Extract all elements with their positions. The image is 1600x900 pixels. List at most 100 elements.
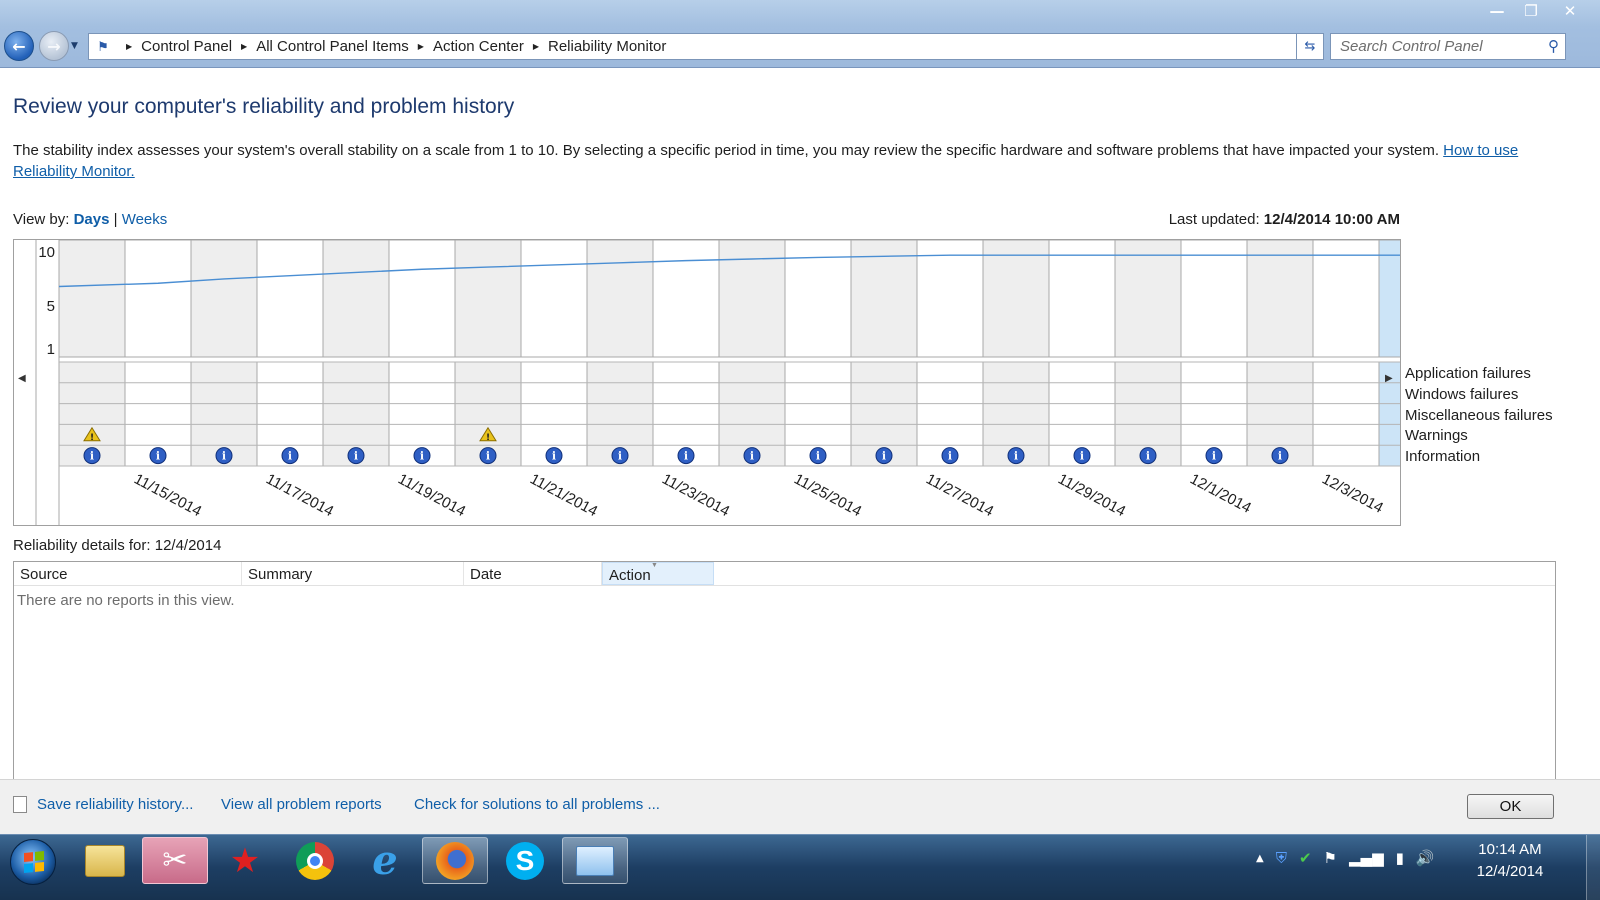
restore-button[interactable]: ❐ [1514, 0, 1548, 22]
recent-pages-dropdown[interactable]: ▼ [71, 41, 78, 51]
taskbar-internet-explorer[interactable]: e [352, 837, 418, 884]
back-button[interactable]: ← [4, 31, 34, 61]
date-tick-label: 11/21/2014 [527, 471, 600, 521]
chart-column [1312, 240, 1380, 358]
breadcrumb-action-center[interactable]: ▶ Action Center [415, 38, 524, 55]
check-solutions-link[interactable]: Check for solutions to all problems ... [414, 796, 660, 813]
column-summary[interactable]: Summary [242, 562, 464, 585]
breadcrumb-arrow-icon[interactable]: ▶ [418, 42, 424, 51]
breadcrumb-label[interactable]: Reliability Monitor [548, 38, 666, 55]
skype-icon: S [506, 841, 544, 880]
taskbar-file-explorer[interactable] [72, 837, 138, 884]
chart-column [586, 240, 654, 358]
refresh-icon: ⇆ [1304, 39, 1316, 54]
information-icon-mark: i [420, 450, 424, 463]
refresh-button[interactable]: ⇆ [1296, 33, 1324, 60]
breadcrumb-arrow-icon[interactable]: ▶ [126, 42, 132, 51]
action-center-flag-icon[interactable]: ⚑ [1324, 849, 1337, 867]
address-bar[interactable]: ⚑ ▶ Control Panel ▶ All Control Panel It… [88, 33, 1320, 60]
window-controls: — ❐ ✕ [1480, 0, 1592, 22]
warning-icon-mark: ! [90, 433, 94, 443]
close-button[interactable]: ✕ [1548, 0, 1592, 22]
search-icon[interactable]: ⚲ [1548, 37, 1559, 55]
network-signal-icon[interactable]: ▂▄▆ [1349, 849, 1384, 867]
details-table: Source Summary Date ▼ Action There are n… [13, 561, 1556, 779]
breadcrumb-label[interactable]: Control Panel [141, 38, 232, 55]
ok-button[interactable]: OK [1467, 794, 1554, 819]
breadcrumb-label[interactable]: All Control Panel Items [256, 38, 409, 55]
chart-column [388, 240, 456, 358]
breadcrumb-reliability-monitor[interactable]: ▶ Reliability Monitor [530, 38, 667, 55]
empty-message: There are no reports in this view. [17, 592, 235, 609]
warning-icon-mark: ! [486, 433, 490, 443]
date-tick-label: 11/25/2014 [791, 471, 864, 521]
taskbar-clock[interactable]: 10:14 AM 12/4/2014 [1470, 839, 1550, 883]
volume-icon[interactable]: 🔊 [1416, 849, 1435, 867]
taskbar-firefox[interactable] [422, 837, 488, 884]
taskbar-snipping-tool[interactable]: ✂ [142, 837, 208, 884]
scroll-left-arrow-icon[interactable]: ◀ [18, 373, 26, 384]
sync-check-icon[interactable]: ✔ [1299, 849, 1312, 867]
breadcrumb-control-panel[interactable]: ▶ Control Panel [123, 38, 232, 55]
show-hidden-icons-icon[interactable]: ▲ [1256, 853, 1264, 864]
information-icon-mark: i [1080, 450, 1084, 463]
control-panel-icon: ⚑ [97, 38, 109, 54]
information-icon-mark: i [684, 450, 688, 463]
breadcrumb-arrow-icon[interactable]: ▶ [533, 42, 539, 51]
date-tick-label: 12/3/2014 [1319, 471, 1386, 517]
show-desktop-button[interactable] [1586, 835, 1600, 900]
search-input[interactable]: Search Control Panel ⚲ [1330, 33, 1566, 60]
folder-icon [85, 844, 125, 877]
information-icon-mark: i [1146, 450, 1150, 463]
view-days-link[interactable]: Days [74, 211, 110, 228]
save-history-link[interactable]: Save reliability history... [13, 796, 193, 813]
minimize-button[interactable]: — [1480, 0, 1514, 22]
details-title: Reliability details for: 12/4/2014 [13, 537, 222, 554]
taskbar-control-panel[interactable] [562, 837, 628, 884]
firefox-icon [436, 841, 474, 880]
breadcrumb-all-items[interactable]: ▶ All Control Panel Items [238, 38, 409, 55]
column-date[interactable]: Date [464, 562, 602, 585]
column-action[interactable]: ▼ Action [602, 562, 714, 585]
taskbar: ✂ ★ e S ▲ ⛨ ✔ ⚑ ▂▄▆ ▮ 🔊 10:14 AM 12/4/20… [0, 834, 1600, 900]
y-tick-label: 1 [47, 341, 55, 358]
windows-logo-icon [24, 850, 44, 874]
save-history-label[interactable]: Save reliability history... [37, 796, 193, 813]
battery-icon[interactable]: ▮ [1396, 849, 1404, 867]
shield-icon[interactable]: ⛨ [1276, 849, 1287, 867]
scroll-right-arrow-icon[interactable]: ▶ [1385, 373, 1393, 384]
information-icon-mark: i [90, 450, 94, 463]
taskbar-pokerstars[interactable]: ★ [212, 837, 278, 884]
start-button[interactable] [10, 839, 56, 885]
sort-indicator-icon: ▼ [651, 562, 658, 569]
window-title-bar: — ❐ ✕ ← → ▼ ⚑ ▶ Control Panel ▶ All Cont… [0, 0, 1600, 68]
chart-column [1114, 240, 1182, 358]
legend-warnings: Warnings [1405, 427, 1468, 445]
column-source[interactable]: Source [14, 562, 242, 585]
breadcrumb-label[interactable]: Action Center [433, 38, 524, 55]
view-weeks-link[interactable]: Weeks [122, 211, 168, 228]
information-icon-mark: i [750, 450, 754, 463]
chart-column [256, 240, 324, 358]
reliability-chart-svg[interactable]: 10 5 1! ! i i i i i i i i i i i i i i i i i i i 11/15/2014 11/17… [14, 240, 1400, 525]
forward-button[interactable]: → [39, 31, 69, 61]
page-title: Review your computer's reliability and p… [13, 95, 515, 118]
chevron-down-icon: ▼ [71, 41, 78, 51]
date-tick-label: 11/27/2014 [923, 471, 996, 521]
reliability-chart[interactable]: 10 5 1!! i i i i i i i i i i i i i i i i i i i 11/15/2014 11/17… [13, 239, 1401, 526]
breadcrumb-arrow-icon[interactable]: ▶ [241, 42, 247, 51]
last-updated-value: 12/4/2014 10:00 AM [1263, 211, 1400, 228]
taskbar-skype[interactable]: S [492, 837, 558, 884]
taskbar-chrome[interactable] [282, 837, 348, 884]
search-placeholder: Search Control Panel [1340, 38, 1483, 55]
information-icon-mark: i [354, 450, 358, 463]
chart-column [1246, 240, 1314, 358]
chart-column [1048, 240, 1116, 358]
information-icon-mark: i [486, 450, 490, 463]
document-icon [13, 796, 27, 813]
date-tick-label: 11/29/2014 [1055, 471, 1128, 521]
view-all-reports-link[interactable]: View all problem reports [221, 796, 382, 813]
clock-date: 12/4/2014 [1476, 863, 1544, 880]
chart-row-legend: Application failures Windows failures Mi… [1405, 364, 1553, 468]
page-description: The stability index assesses your system… [13, 140, 1558, 182]
